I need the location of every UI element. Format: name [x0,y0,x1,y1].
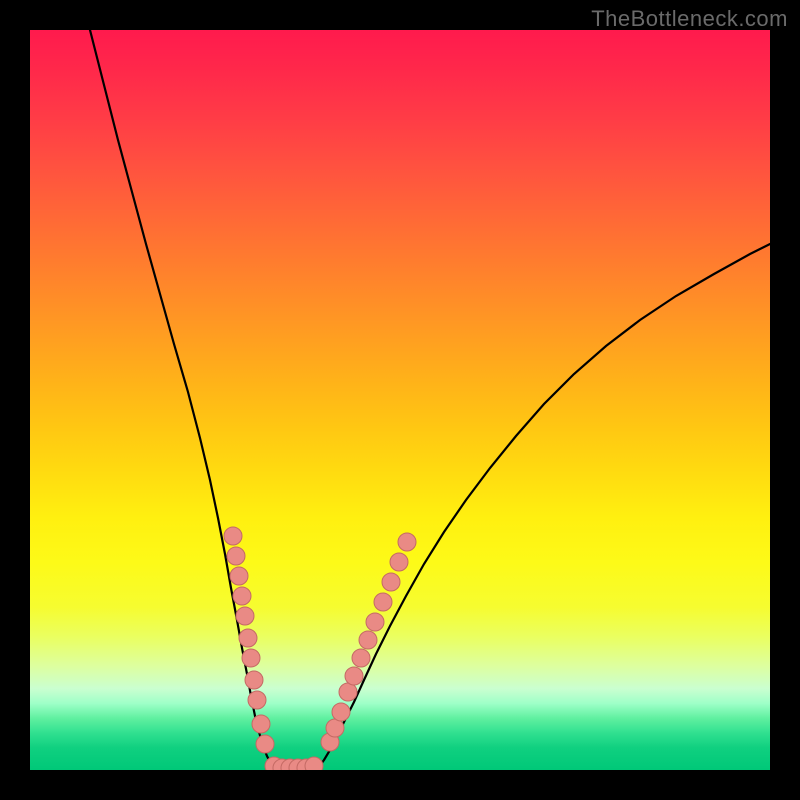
data-point [382,573,400,591]
data-point [233,587,251,605]
chart-frame [30,30,770,770]
data-points-group [224,527,416,770]
data-point [390,553,408,571]
data-point [374,593,392,611]
data-point [236,607,254,625]
data-point [239,629,257,647]
watermark-text: TheBottleneck.com [591,6,788,32]
data-point [339,683,357,701]
data-point [366,613,384,631]
data-point [256,735,274,753]
data-point [305,757,323,770]
data-point [359,631,377,649]
data-point [230,567,248,585]
data-point [345,667,363,685]
data-point [326,719,344,737]
data-point [352,649,370,667]
data-point [332,703,350,721]
data-point [248,691,266,709]
data-point [227,547,245,565]
data-point [398,533,416,551]
data-point [245,671,263,689]
data-point [252,715,270,733]
data-points-layer [30,30,770,770]
data-point [242,649,260,667]
data-point [224,527,242,545]
